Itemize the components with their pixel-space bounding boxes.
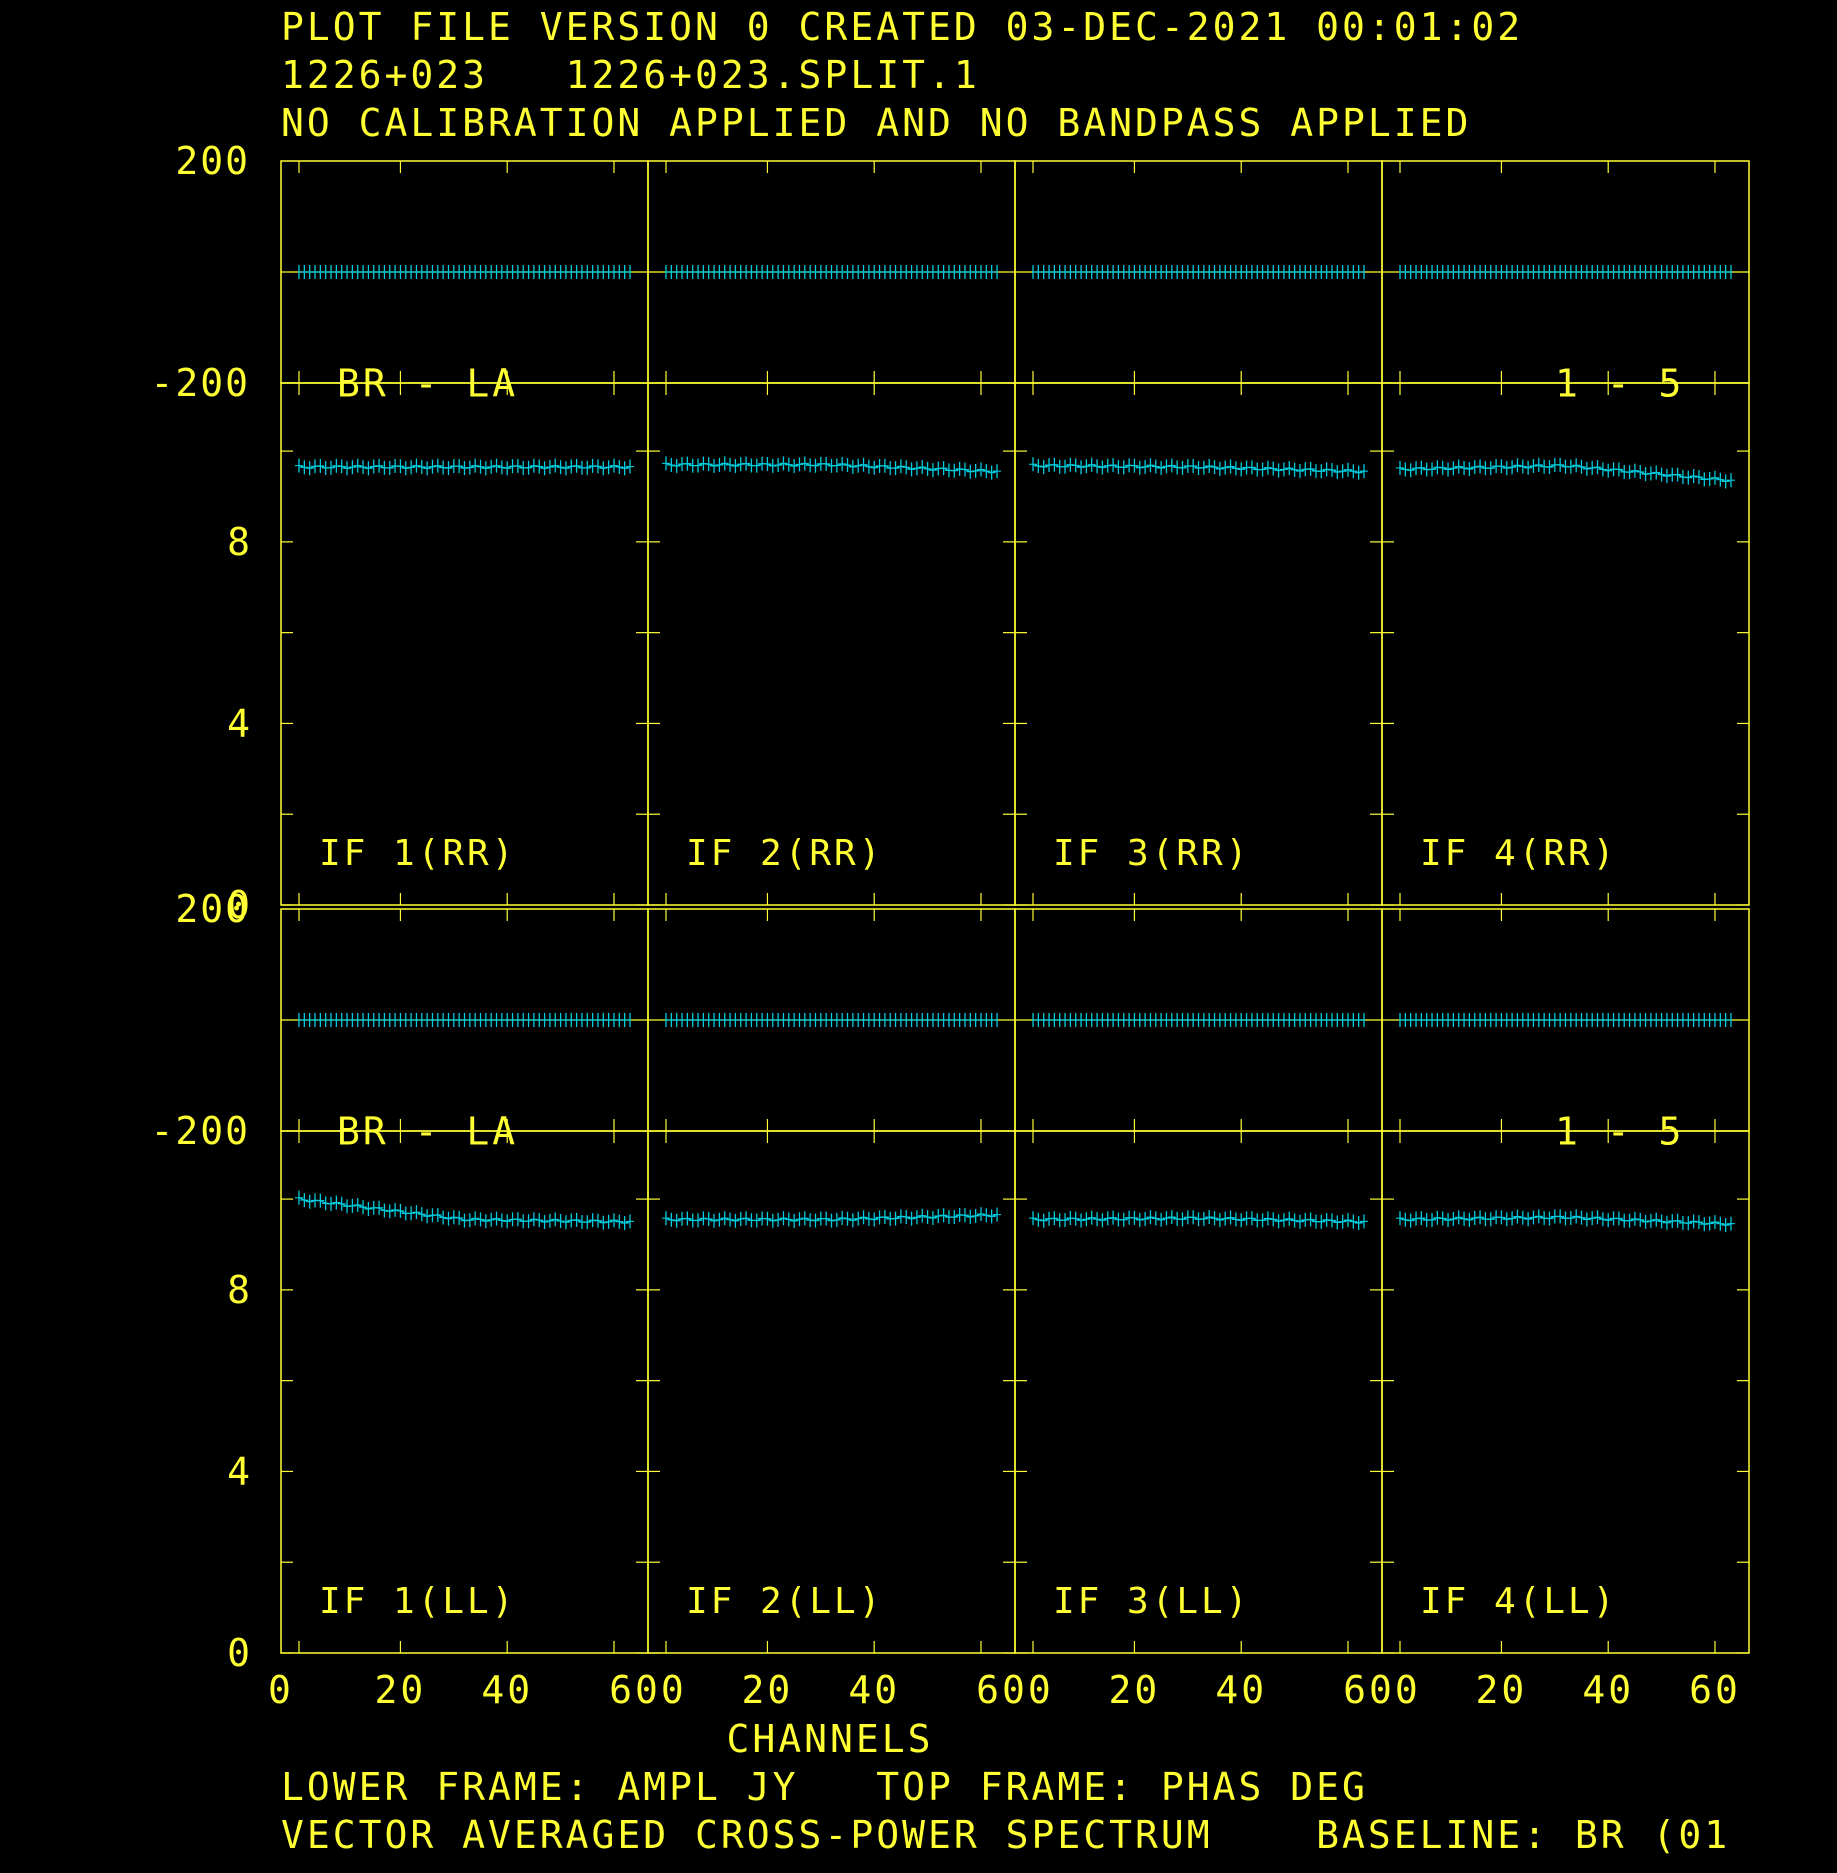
amplitude-tick-label: 0 [227, 1631, 250, 1675]
baseline-label: BR - LA [337, 1110, 518, 1154]
x-tick-label: 20 [375, 1668, 427, 1712]
baseline-label: BR - LA [337, 362, 518, 406]
panel-if-label: IF 3(RR) [1053, 833, 1250, 874]
x-tick-label: 40 [481, 1668, 533, 1712]
x-tick-label: 40 [848, 1668, 900, 1712]
x-tick-label: 0 [268, 1668, 294, 1712]
x-tick-label: 40 [1582, 1668, 1634, 1712]
amplitude-tick-label: 8 [227, 1268, 250, 1312]
x-tick-label: 20 [742, 1668, 794, 1712]
phase-tick-label: 200 [175, 139, 250, 183]
header-line-3: NO CALIBRATION APPLIED AND NO BANDPASS A… [281, 101, 1471, 145]
x-tick-label: 20 [1109, 1668, 1161, 1712]
x-tick-label: 600 [1343, 1668, 1421, 1712]
time-range-label: 1 - 5 [1555, 1110, 1684, 1154]
amplitude-tick-label: 8 [227, 520, 250, 564]
x-tick-label: 40 [1215, 1668, 1267, 1712]
cross-power-spectrum-plot: PLOT FILE VERSION 0 CREATED 03-DEC-2021 … [0, 0, 1837, 1873]
panel-if-label: IF 1(LL) [319, 1581, 516, 1622]
amplitude-tick-label: 4 [227, 701, 250, 745]
panel-if-label: IF 1(RR) [319, 833, 516, 874]
spectrum-caption: VECTOR AVERAGED CROSS-POWER SPECTRUM BAS… [281, 1813, 1730, 1857]
x-tick-label: 20 [1476, 1668, 1528, 1712]
panel-if-label: IF 4(LL) [1420, 1581, 1617, 1622]
phase-tick-label: -200 [150, 1109, 250, 1153]
frame-legend: LOWER FRAME: AMPL JY TOP FRAME: PHAS DEG [281, 1765, 1368, 1809]
header-line-2: 1226+023 1226+023.SPLIT.1 [281, 53, 980, 97]
x-tick-label: 600 [976, 1668, 1054, 1712]
x-axis-title: CHANNELS [726, 1717, 933, 1761]
x-tick-label: 60 [1689, 1668, 1741, 1712]
header-line-1: PLOT FILE VERSION 0 CREATED 03-DEC-2021 … [281, 5, 1523, 49]
x-axis-labels: 0 20 40 600 20 40 600 20 40 600 20 40 60 [268, 1668, 1741, 1712]
panel-if-label: IF 2(LL) [686, 1581, 883, 1622]
phase-tick-label: 200 [175, 887, 250, 931]
time-range-label: 1 - 5 [1555, 362, 1684, 406]
panel-if-label: IF 2(RR) [686, 833, 883, 874]
phase-tick-label: -200 [150, 361, 250, 405]
panel-if-label: IF 3(LL) [1053, 1581, 1250, 1622]
x-tick-label: 600 [609, 1668, 687, 1712]
panel-if-label: IF 4(RR) [1420, 833, 1617, 874]
amplitude-tick-label: 4 [227, 1449, 250, 1493]
